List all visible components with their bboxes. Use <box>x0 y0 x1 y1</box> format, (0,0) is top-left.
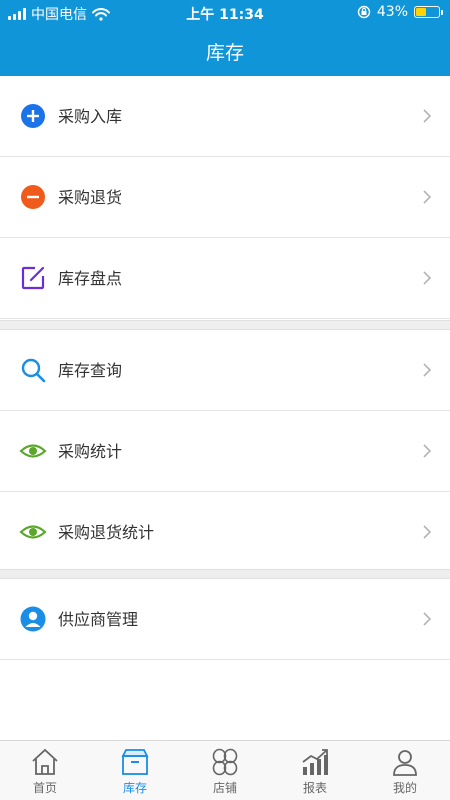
tab-inventory[interactable]: 库存 <box>90 741 180 800</box>
tab-label: 报表 <box>302 781 327 795</box>
section-divider <box>0 569 450 579</box>
search-icon <box>21 358 46 383</box>
menu-item-label: 采购退货 <box>58 188 123 207</box>
menu-item-label: 供应商管理 <box>58 610 139 629</box>
eye-icon <box>19 525 47 539</box>
status-right: 43% <box>357 4 443 20</box>
chevron-right-icon <box>423 525 432 539</box>
eye-icon <box>19 444 47 458</box>
rotation-lock-icon <box>357 5 371 19</box>
menu-item-purchase-return[interactable]: 采购退货 <box>0 157 450 238</box>
tab-profile[interactable]: 我的 <box>360 741 450 800</box>
menu-item-label: 库存盘点 <box>58 269 123 288</box>
minus-circle-icon <box>21 185 45 209</box>
home-icon <box>32 748 58 775</box>
menu-item-purchase-in[interactable]: 采购入库 <box>0 76 450 157</box>
section-divider <box>0 320 450 330</box>
tab-reports[interactable]: 报表 <box>270 741 360 800</box>
bottom-tab-bar: 首页 库存 店铺 报表 我的 <box>0 740 450 800</box>
chevron-right-icon <box>423 444 432 458</box>
tab-home[interactable]: 首页 <box>0 741 90 800</box>
battery-percent: 43% <box>376 4 408 20</box>
menu-item-label: 库存查询 <box>58 361 123 380</box>
menu-item-label: 采购统计 <box>58 442 123 461</box>
store-icon <box>212 748 238 776</box>
chevron-right-icon <box>423 612 432 626</box>
chart-icon <box>302 749 328 775</box>
edit-icon <box>21 266 45 290</box>
menu-item-label: 采购入库 <box>58 107 123 126</box>
chevron-right-icon <box>423 363 432 377</box>
tab-label: 首页 <box>32 781 57 795</box>
tab-label: 店铺 <box>212 781 237 795</box>
chevron-right-icon <box>423 190 432 204</box>
tab-store[interactable]: 店铺 <box>180 741 270 800</box>
tab-label: 库存 <box>122 781 147 795</box>
menu-item-inventory-query[interactable]: 库存查询 <box>0 330 450 411</box>
profile-icon <box>393 750 417 776</box>
chevron-right-icon <box>423 271 432 285</box>
menu-item-purchase-stats[interactable]: 采购统计 <box>0 411 450 492</box>
menu-item-supplier-management[interactable]: 供应商管理 <box>0 579 450 660</box>
tab-label: 我的 <box>392 781 417 795</box>
menu-item-return-stats[interactable]: 采购退货统计 <box>0 492 450 573</box>
inventory-box-icon <box>121 749 149 775</box>
battery-icon <box>414 6 443 18</box>
menu-item-label: 采购退货统计 <box>58 523 155 542</box>
app-header: 中国电信 上午 11:34 43% 库存 <box>0 0 450 76</box>
user-circle-icon <box>20 606 46 632</box>
page-title: 库存 <box>205 42 244 64</box>
chevron-right-icon <box>423 109 432 123</box>
plus-circle-icon <box>21 104 45 128</box>
status-bar: 中国电信 上午 11:34 43% <box>0 0 450 26</box>
menu-item-stocktake[interactable]: 库存盘点 <box>0 238 450 319</box>
